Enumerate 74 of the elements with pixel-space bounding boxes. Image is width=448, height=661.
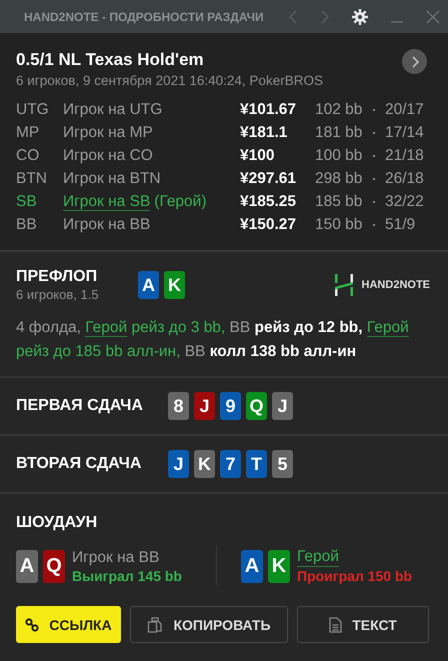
window-title: HAND2NOTE - ПОДРОБНОСТИ РАЗДАЧИ: [24, 10, 264, 24]
card: 8: [168, 392, 189, 420]
position-label: SB: [16, 192, 38, 211]
player-stats: 32/22: [385, 192, 425, 211]
card: J: [168, 450, 189, 478]
stack-amount: ¥100: [240, 146, 276, 165]
player-name[interactable]: Игрок на MP: [63, 124, 153, 141]
player-name[interactable]: Игрок на BB: [63, 216, 150, 233]
player-name[interactable]: Игрок на CO: [63, 147, 153, 164]
player-stats: 26/18: [385, 169, 425, 188]
action-button[interactable]: КОПИРОВАТЬ: [130, 606, 288, 643]
hero-tag: (Герой): [154, 193, 206, 210]
player-name[interactable]: Игрок на UTG: [63, 101, 162, 118]
back-icon[interactable]: [288, 10, 298, 24]
card: A: [241, 550, 263, 582]
stack-bb: 185 bb: [315, 192, 363, 211]
action-button[interactable]: ТЕКСТ: [297, 606, 429, 643]
card: K: [194, 450, 215, 478]
result-text: Проиграл 150 bb: [297, 568, 412, 584]
card: 5: [272, 450, 293, 478]
player-stats: 51/9: [385, 215, 416, 234]
logo-text: HAND2NOTE: [362, 279, 430, 291]
card: J: [272, 392, 293, 420]
position-label: BTN: [16, 169, 48, 188]
street-info: 6 игроков, 1.5: [16, 287, 100, 302]
stack-bb: 102 bb: [315, 100, 363, 119]
card: J: [194, 392, 215, 420]
hand-info: 6 игроков, 9 сентября 2021 16:40:24, PokerBROS: [16, 73, 323, 88]
player-name[interactable]: Игрок на SB: [63, 193, 150, 211]
logo-icon: [334, 274, 354, 296]
street-title: ПЕРВАЯ СДАЧА: [16, 397, 144, 415]
action-history: 4 фолда, Герой рейз до 3 bb, BB рейз до 12 bb, Герой рейз до 185 bb алл-ин, BB колл 138 bb алл-ин: [16, 318, 410, 362]
street-title: ВТОРАЯ СДАЧА: [16, 455, 142, 473]
stack-bb: 100 bb: [315, 146, 363, 165]
position-label: UTG: [16, 100, 50, 119]
player-name: Игрок на BB: [72, 548, 160, 566]
card: Q: [43, 550, 65, 582]
stack-bb: 298 bb: [315, 169, 363, 188]
stack-amount: ¥101.67: [240, 100, 298, 119]
card: 7: [220, 450, 241, 478]
stack-bb: 150 bb: [315, 215, 363, 234]
card: 9: [220, 392, 241, 420]
position-label: CO: [16, 146, 40, 165]
player-stats: 21/18: [385, 146, 425, 165]
chevron-icon: [410, 56, 418, 68]
card: A: [16, 550, 38, 582]
stack-bb: 181 bb: [315, 123, 363, 142]
stack-amount: ¥297.61: [240, 169, 298, 188]
player-stats: 17/14: [385, 123, 425, 142]
result-text: Выиграл 145 bb: [72, 568, 182, 584]
document-icon: [329, 616, 342, 632]
action-button[interactable]: ССЫЛКА: [16, 606, 121, 643]
stack-amount: ¥181.1: [240, 123, 288, 142]
player-stats: 20/17: [385, 100, 425, 119]
copy-icon: [147, 616, 164, 632]
close-icon[interactable]: [426, 10, 440, 24]
stack-amount: ¥150.27: [240, 215, 298, 234]
street-title: ШОУДАУН: [16, 514, 98, 532]
player-name[interactable]: Игрок на BTN: [63, 170, 161, 187]
card: T: [246, 450, 267, 478]
link-icon: [25, 618, 40, 632]
forward-icon[interactable]: [320, 10, 330, 24]
game-title: 0.5/1 NL Texas Hold'em: [16, 50, 205, 70]
card: A: [138, 271, 159, 299]
position-label: BB: [16, 215, 38, 234]
card: K: [164, 271, 185, 299]
position-label: MP: [16, 123, 40, 142]
card: K: [268, 550, 290, 582]
card: Q: [246, 392, 267, 420]
next-button[interactable]: [402, 49, 427, 74]
player-name[interactable]: Герой: [297, 548, 339, 567]
street-title: ПРЕФЛОП: [16, 268, 98, 286]
settings-icon[interactable]: [352, 8, 368, 24]
stack-amount: ¥185.25: [240, 192, 298, 211]
